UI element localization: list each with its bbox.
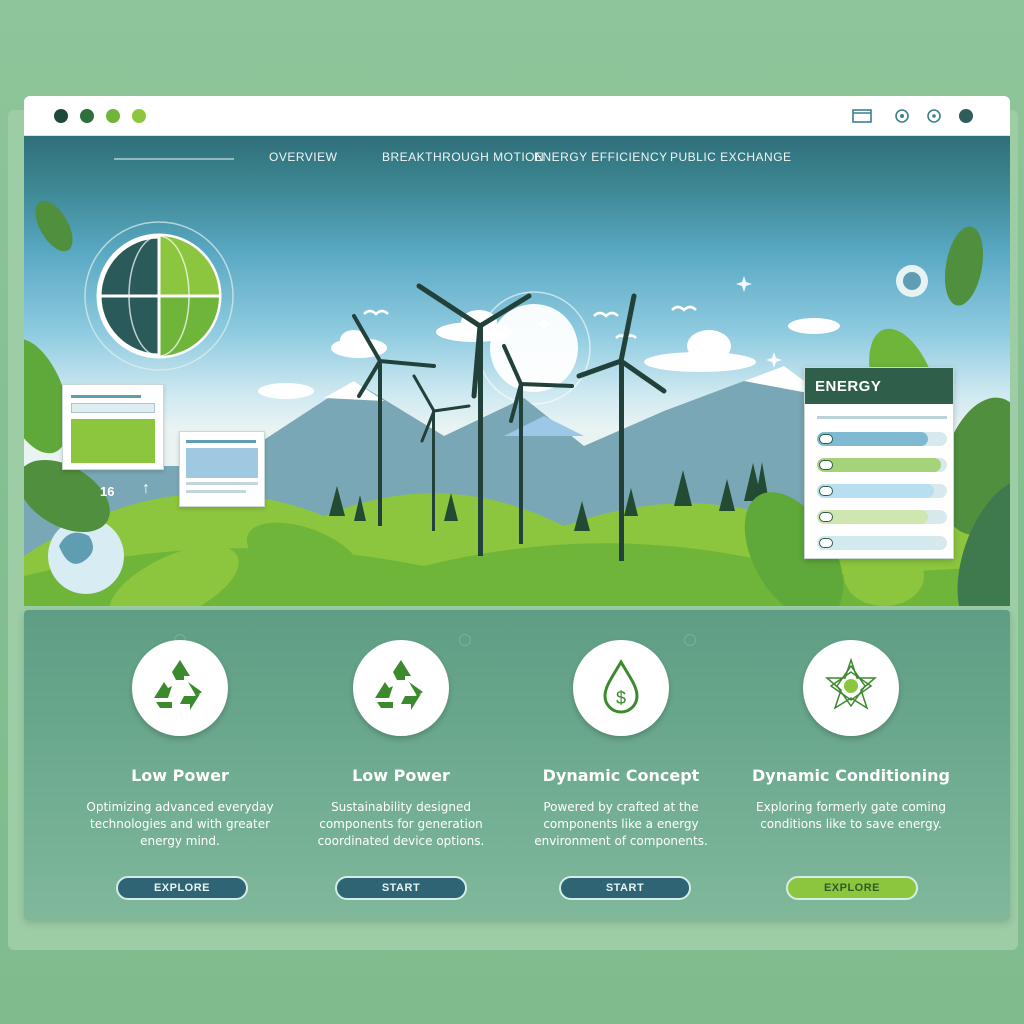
feature-description: Exploring formerly gate coming condition… (756, 800, 946, 831)
feature-title: Low Power (352, 766, 450, 785)
feature-start-button[interactable]: START (559, 876, 691, 900)
feature-card-1: Low Power Optimizing advanced everyday t… (70, 640, 290, 850)
feature-icon-circle: $ (573, 640, 669, 736)
feature-description: Powered by crafted at the components lik… (534, 800, 708, 848)
energy-row[interactable] (817, 484, 947, 498)
feature-icon-circle (132, 640, 228, 736)
window-control-extra[interactable] (132, 109, 146, 123)
water-drop-dollar-icon: $ (601, 658, 641, 719)
feature-card-2: Low Power Sustainability designed compon… (291, 640, 511, 850)
feature-start-button[interactable]: START (335, 876, 467, 900)
title-bar (24, 96, 1010, 136)
feature-explore-button[interactable]: EXPLORE (116, 876, 248, 900)
feature-icon-circle (353, 640, 449, 736)
nav-item-energy-efficiency[interactable]: ENERGY EFFICIENCY (534, 150, 668, 164)
mini-card-chart (62, 384, 164, 470)
refresh-icon[interactable] (926, 108, 942, 124)
stat-badge: 16 (100, 484, 115, 499)
arrow-up-icon: ↑ (142, 480, 150, 497)
energy-level-fill (817, 432, 928, 446)
feature-title: Dynamic Conditioning (751, 766, 950, 785)
nav-divider (114, 158, 234, 160)
main-nav: OVERVIEW BREAKTHROUGH MOTION ENERGY EFFI… (24, 136, 1010, 176)
feature-icon-circle (803, 640, 899, 736)
recycle-icon (371, 658, 431, 719)
toggle-knob (819, 460, 833, 470)
feature-explore-button[interactable]: EXPLORE (786, 876, 918, 900)
energy-panel-divider (817, 416, 947, 419)
nav-item-overview[interactable]: OVERVIEW (269, 150, 337, 164)
star-burst-icon (821, 656, 881, 721)
toggle-knob (819, 538, 833, 548)
energy-panel: ENERGY (804, 367, 954, 559)
energy-row[interactable] (817, 458, 947, 472)
energy-row[interactable] (817, 510, 947, 524)
feature-title: Dynamic Concept (542, 766, 700, 785)
feature-card-3: $ Dynamic Concept Powered by crafted at … (511, 640, 731, 850)
recycle-icon (150, 658, 210, 719)
energy-level-fill (817, 536, 934, 550)
energy-level-fill (817, 458, 941, 472)
globe-icon (84, 221, 234, 371)
feature-description: Optimizing advanced everyday technologie… (86, 800, 274, 848)
energy-row[interactable] (817, 432, 947, 446)
window-control-maximize[interactable] (106, 109, 120, 123)
toggle-knob (819, 486, 833, 496)
energy-row[interactable] (817, 536, 947, 550)
account-icon[interactable] (958, 108, 974, 124)
energy-level-fill (817, 510, 928, 524)
feature-card-4: Dynamic Conditioning Exploring formerly … (741, 640, 961, 833)
mini-card-image (179, 431, 265, 507)
nav-item-public-exchange[interactable]: PUBLIC EXCHANGE (670, 150, 792, 164)
feature-title: Low Power (131, 766, 229, 785)
toggle-knob (819, 512, 833, 522)
nav-item-breakthrough-motion[interactable]: BREAKTHROUGH MOTION (382, 150, 544, 164)
window-control-minimize[interactable] (80, 109, 94, 123)
features-section: Low Power Optimizing advanced everyday t… (24, 610, 1010, 920)
settings-icon[interactable] (894, 108, 910, 124)
energy-panel-title: ENERGY (805, 368, 953, 404)
energy-level-fill (817, 484, 934, 498)
svg-text:$: $ (616, 688, 626, 708)
toggle-knob (819, 434, 833, 444)
feature-description: Sustainability designed components for g… (317, 800, 485, 848)
window-icon[interactable] (852, 108, 872, 124)
window-control-close[interactable] (54, 109, 68, 123)
